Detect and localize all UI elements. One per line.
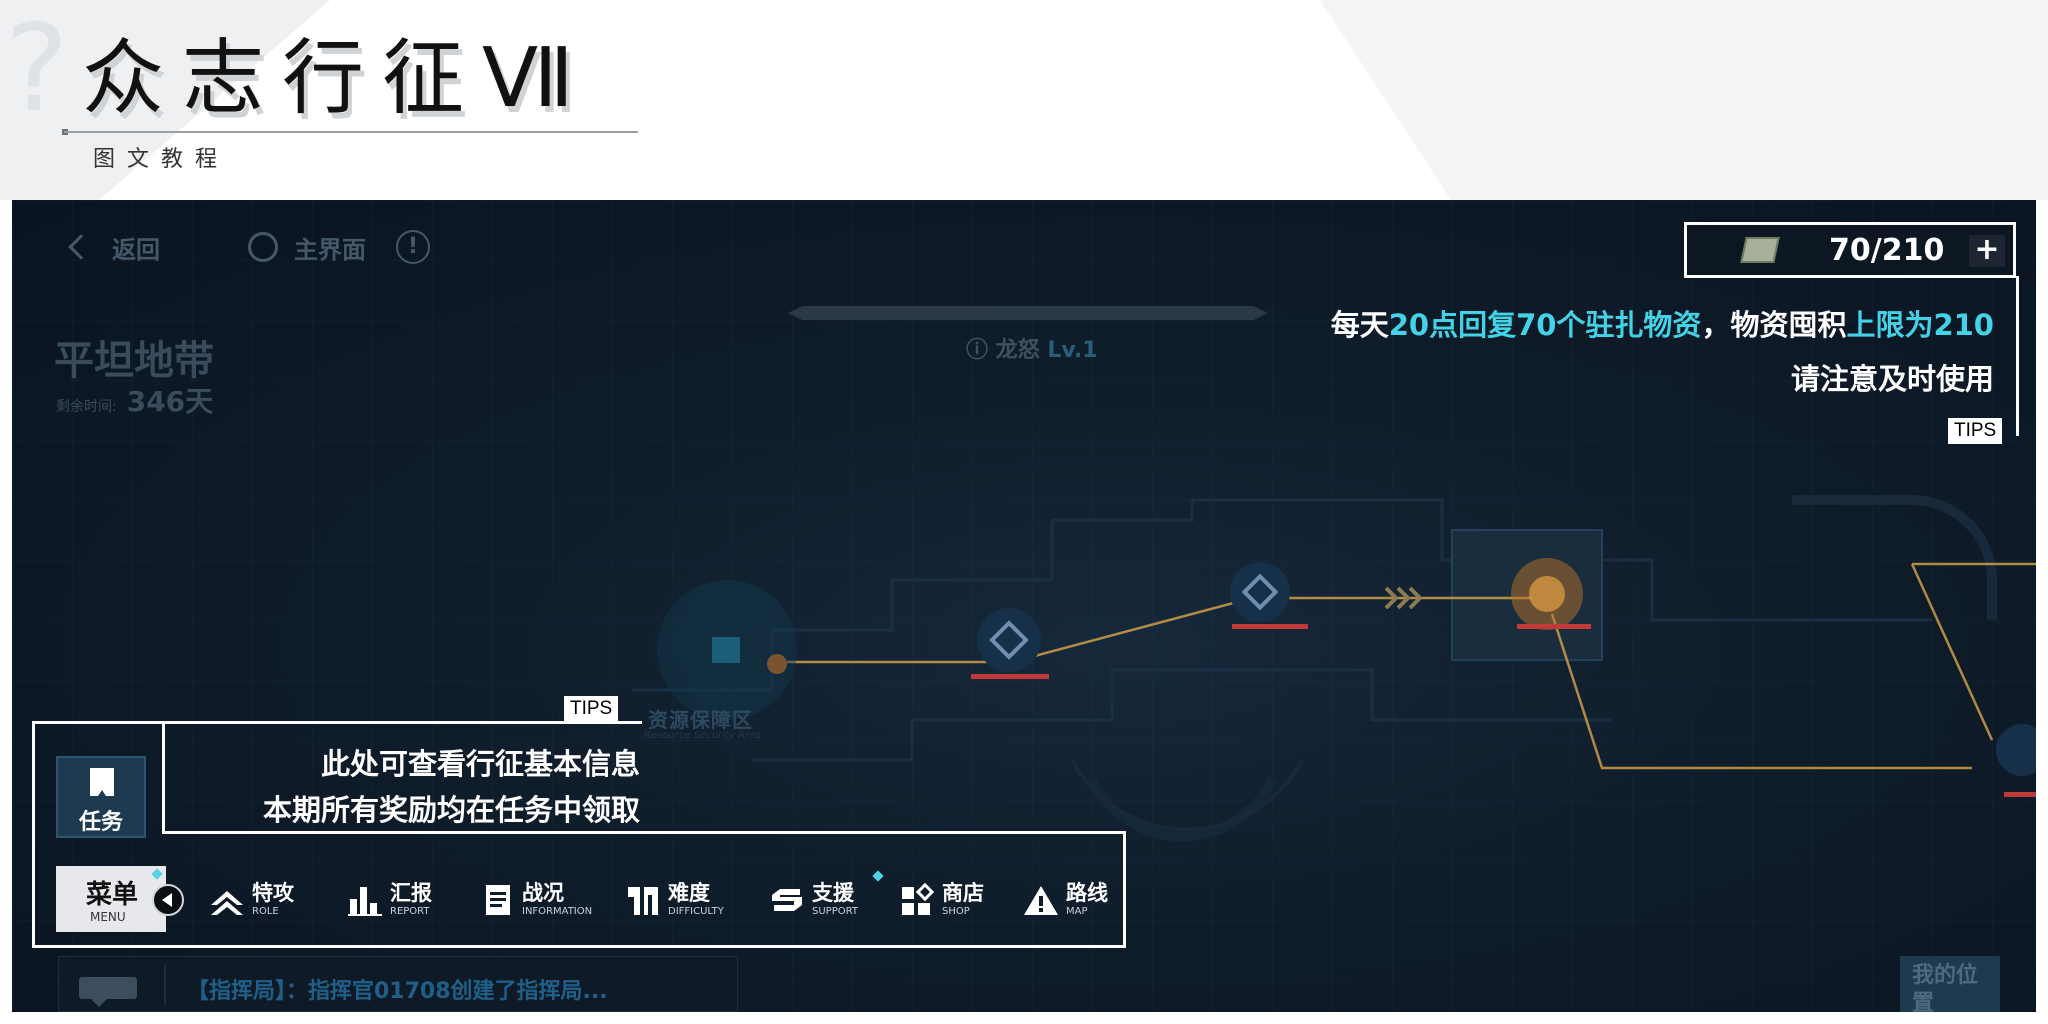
top-nav: 返回 主界面 !	[42, 222, 430, 272]
game-screenshot: 返回 主界面 ! 平坦地带 剩余时间: 346天 ⓘ 龙怒 Lv.1 资源保障区…	[12, 200, 2036, 1012]
remaining-time-label: 剩余时间:	[56, 399, 117, 415]
boss-hp-bar	[788, 306, 1268, 320]
menu-notify-dot	[151, 868, 163, 880]
resource-value: 70/210	[1829, 233, 1945, 268]
menu-item-label: 商店	[942, 881, 984, 905]
back-button[interactable]: 返回	[112, 230, 160, 265]
information-doc-icon	[486, 885, 510, 915]
home-button[interactable]: 主界面	[294, 230, 366, 265]
task-tip-line2: 本期所有奖励均在任务中领取	[262, 793, 640, 827]
menu-button[interactable]: 菜单 MENU	[56, 866, 166, 932]
menu-item-shop[interactable]: 商店 SHOP	[898, 878, 984, 922]
header-deco-right	[1320, 0, 2048, 200]
tip-frame-line	[2016, 276, 2019, 436]
tip-frame-mid	[162, 831, 1126, 834]
info-icon[interactable]: !	[396, 230, 430, 264]
menu-item-map[interactable]: 路线 MAP	[1022, 878, 1108, 922]
task-button[interactable]: 任务	[56, 756, 146, 838]
menu-item-label-en: ROLE	[252, 906, 279, 917]
menu-item-label: 特攻	[252, 881, 294, 905]
menu-item-difficulty[interactable]: 难度 DIFFICULTY	[624, 878, 724, 922]
boss-level: Lv.1	[1047, 338, 1098, 363]
tips-tag-task: TIPS	[564, 696, 619, 722]
supply-crate-icon	[1740, 237, 1780, 263]
bookmark-icon	[90, 768, 114, 796]
page-title: 众志行征Ⅶ	[82, 31, 592, 126]
area-name: 平坦地带	[54, 338, 214, 384]
remaining-time: 剩余时间: 346天	[56, 380, 213, 420]
menu-item-label: 支援	[812, 881, 854, 905]
shop-grid-icon	[902, 883, 935, 915]
chat-bar[interactable]: 【指挥局】：指挥官01708创建了指挥局...	[58, 956, 738, 1012]
menu-item-label: 路线	[1066, 881, 1108, 905]
menu-item-label-en: REPORT	[390, 906, 430, 917]
menu-item-report[interactable]: 汇报 REPORT	[346, 878, 432, 922]
chat-divider	[164, 965, 166, 1005]
tips-tag-resource: TIPS	[1948, 418, 2003, 444]
tip-frame-bottom	[32, 945, 1126, 948]
resource-counter: 70/210 +	[1684, 222, 2016, 278]
tip-frame-left	[32, 721, 35, 948]
menu-item-label-en: SHOP	[942, 906, 970, 917]
menu-item-support[interactable]: 支援 SUPPORT	[768, 870, 884, 922]
support-s-icon	[772, 889, 802, 911]
menu-item-information[interactable]: 战况 INFORMATION	[478, 878, 592, 922]
my-location-button[interactable]: 我的位置	[1900, 956, 2000, 1012]
task-label: 任务	[78, 810, 123, 835]
add-resource-button[interactable]: +	[1969, 235, 2005, 267]
page-subtitle: 图文教程	[93, 147, 230, 172]
resource-tip-text-a: 每天	[1330, 308, 1389, 342]
back-chevron-icon[interactable]	[68, 234, 94, 260]
boss-info-icon: ⓘ	[966, 338, 996, 363]
resource-tip-line2: 请注意及时使用	[1790, 362, 1994, 396]
menu-item-label: 战况	[522, 881, 564, 905]
resource-tip-highlight-a: 20点回复70个驻扎物资	[1388, 308, 1702, 342]
resource-tip-line1: 每天20点回复70个驻扎物资，物资囤积上限为210	[1331, 302, 1994, 344]
watermark-icon: ?	[5, 0, 69, 139]
tutorial-slide: ? 众志行征Ⅶ 图文教程 返回 主界面 ! 平坦地带 剩余时间: 346天 ⓘ …	[0, 0, 2048, 1024]
home-circle-icon[interactable]	[248, 232, 278, 262]
tip-frame-top	[32, 721, 642, 724]
chat-bubble-icon[interactable]	[79, 977, 137, 1007]
boss-label[interactable]: ⓘ 龙怒 Lv.1	[966, 332, 1098, 364]
remaining-time-value: 346天	[126, 385, 214, 418]
menu-item-role[interactable]: 特攻 ROLE	[208, 878, 294, 922]
menu-item-label-en: SUPPORT	[812, 906, 858, 917]
menu-label: 菜单	[86, 880, 139, 910]
menu-label-en: MENU	[90, 910, 126, 924]
role-chevron-icon	[211, 891, 243, 915]
menu-item-label-en: INFORMATION	[522, 906, 593, 917]
chat-message: 【指挥局】：指挥官01708创建了指挥局...	[187, 979, 608, 1004]
tip-frame-inner	[162, 721, 165, 834]
collapse-menu-icon[interactable]	[152, 884, 184, 916]
task-tip-line1: 此处可查看行征基本信息	[320, 747, 640, 781]
map-warning-icon	[1024, 886, 1058, 915]
title-rule	[64, 131, 638, 133]
menu-item-label: 难度	[668, 881, 710, 905]
report-bars-icon	[348, 887, 382, 916]
menu-item-label-en: DIFFICULTY	[668, 906, 724, 917]
resource-tip-highlight-b: 上限为210	[1846, 308, 1994, 342]
tip-frame-right	[1123, 831, 1126, 948]
boss-name: 龙怒	[995, 338, 1040, 363]
resource-tip-text-b: ，物资囤积	[1701, 308, 1847, 342]
menu-item-label-en: MAP	[1066, 906, 1088, 917]
menu-item-label: 汇报	[390, 881, 432, 905]
difficulty-icon	[628, 887, 658, 915]
